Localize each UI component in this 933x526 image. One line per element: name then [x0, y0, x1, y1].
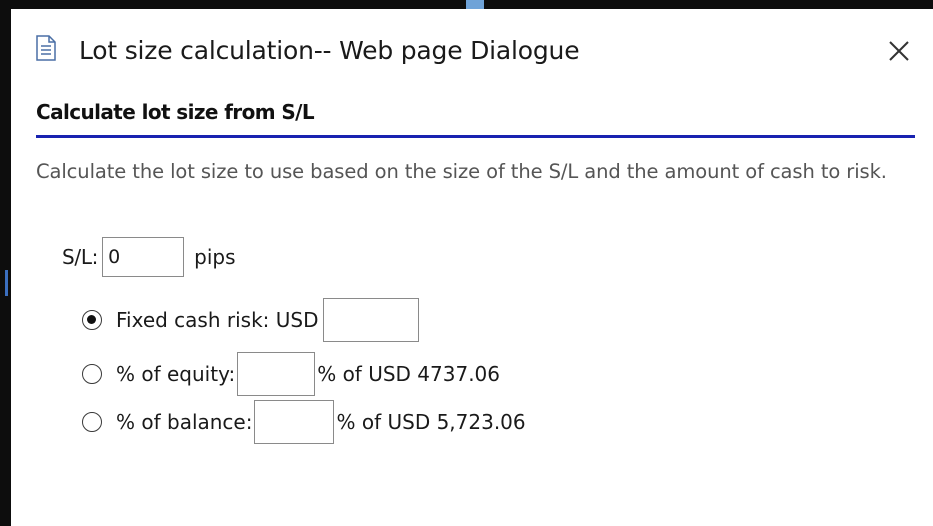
percent-equity-label: % of equity: [116, 362, 236, 386]
option-percent-equity: % of equity: % of USD 4737.06 [82, 352, 500, 396]
radio-fixed-cash-risk[interactable] [82, 310, 102, 330]
section-heading: Calculate lot size from S/L [36, 100, 315, 124]
fixed-cash-risk-input[interactable] [322, 298, 419, 342]
fixed-cash-risk-label: Fixed cash risk: USD [116, 308, 319, 332]
title-bar: Lot size calculation-- Web page Dialogue [11, 9, 933, 81]
option-fixed-cash-risk: Fixed cash risk: USD [82, 298, 419, 342]
percent-balance-label: % of balance: [116, 410, 253, 434]
close-button[interactable] [883, 35, 915, 67]
percent-equity-input[interactable] [237, 352, 316, 396]
heading-divider [36, 135, 915, 138]
document-icon [36, 35, 56, 61]
sl-input[interactable] [102, 237, 185, 277]
radio-percent-equity[interactable] [82, 364, 102, 384]
percent-equity-suffix: % of USD 4737.06 [317, 362, 500, 386]
option-percent-balance: % of balance: % of USD 5,723.06 [82, 400, 526, 444]
radio-percent-balance[interactable] [82, 412, 102, 432]
frame-edge-tick [5, 270, 8, 296]
sl-row: S/L: pips [62, 237, 236, 277]
sl-unit-label: pips [194, 245, 236, 269]
sl-label: S/L: [62, 245, 99, 269]
percent-balance-input[interactable] [254, 400, 335, 444]
window-title: Lot size calculation-- Web page Dialogue [79, 36, 580, 65]
section-description: Calculate the lot size to use based on t… [36, 160, 887, 183]
percent-balance-suffix: % of USD 5,723.06 [336, 410, 526, 434]
close-icon [889, 41, 909, 61]
frame-marker [466, 0, 484, 9]
